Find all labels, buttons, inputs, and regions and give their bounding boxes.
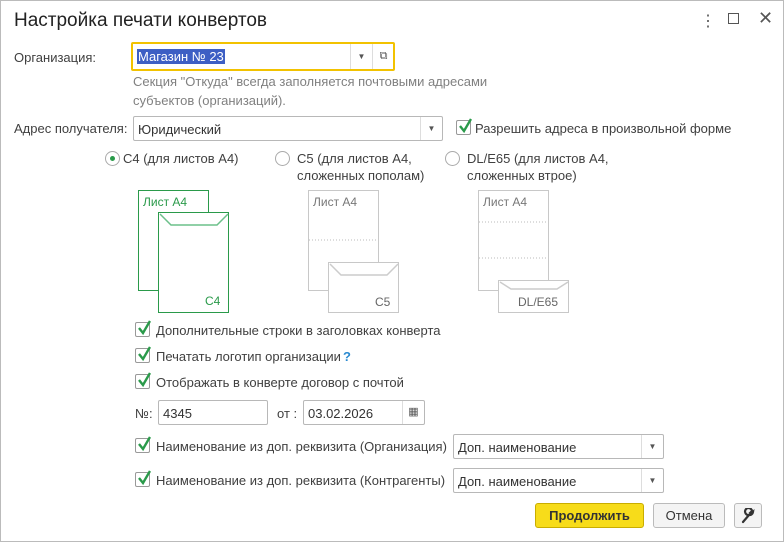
settings-button[interactable] [734,503,762,528]
organization-label: Организация: [14,50,97,65]
recipient-label: Адрес получателя: [14,121,128,136]
allow-free-form-checkbox[interactable] [456,118,472,135]
c5-envelope-image[interactable]: Лист А4 C5 [301,186,411,316]
name-contr-select[interactable]: Доп. наименование ▼ [453,468,664,493]
c4-envelope-image[interactable]: Лист А4 C4 [131,186,241,316]
name-org-select[interactable]: Доп. наименование ▼ [453,434,664,459]
more-vertical-icon[interactable]: ⋮ [700,11,716,31]
name-contr-label: Наименование из доп. реквизита (Контраге… [156,473,446,488]
contract-number-value: 4345 [163,406,192,421]
extra-lines-label: Дополнительные строки в заголовках конве… [156,323,441,338]
open-icon[interactable]: ⧉ [372,44,394,69]
organization-hint: Секция "Откуда" всегда заполняется почто… [133,74,488,89]
name-org-label: Наименование из доп. реквизита (Организа… [156,439,447,454]
c4-envelope-label: C4 [205,294,221,308]
allow-free-form-label: Разрешить адреса в произвольной форме [475,121,732,136]
print-logo-label: Печатать логотип организации [156,349,341,364]
chevron-down-icon[interactable]: ▼ [641,469,663,492]
radio-dl-label-2: сложенных втрое) [467,168,577,183]
radio-c5-label-2: сложенных пополам) [297,168,425,183]
name-contr-value: Доп. наименование [458,474,577,489]
contract-date-value: 03.02.2026 [308,406,374,421]
dl-envelope-label: DL/E65 [518,295,558,309]
recipient-select[interactable]: Юридический ▼ [133,116,443,141]
maximize-icon[interactable] [728,13,739,24]
name-org-value: Доп. наименование [458,440,577,455]
radio-dl[interactable] [445,151,460,166]
help-icon[interactable]: ? [343,349,351,364]
chevron-down-icon[interactable]: ▼ [420,117,442,140]
name-org-checkbox[interactable] [135,436,151,453]
recipient-value: Юридический [138,122,222,137]
show-contract-label: Отображать в конверте договор с почтой [156,375,404,390]
radio-c5[interactable] [275,151,290,166]
dl-sheet-label: Лист А4 [483,195,527,209]
organization-hint-2: субъектов (организаций). [133,93,286,108]
wrench-icon [741,506,755,524]
c5-envelope-label: C5 [375,295,391,309]
c5-sheet-label: Лист А4 [313,195,357,209]
radio-c4-label: C4 (для листов А4) [123,151,239,166]
c4-sheet-label: Лист А4 [143,195,187,209]
radio-c4[interactable] [105,151,120,166]
radio-c5-label: C5 (для листов А4, [297,151,412,166]
chevron-down-icon[interactable]: ▼ [350,44,372,69]
dialog-window: Настройка печати конвертов ⋮ ✕ Организац… [0,0,784,542]
print-logo-checkbox[interactable] [135,346,151,363]
contract-number-input[interactable]: 4345 [158,400,268,425]
contract-number-label: №: [135,406,153,421]
continue-button[interactable]: Продолжить [535,503,644,528]
chevron-down-icon[interactable]: ▼ [641,435,663,458]
organization-value: Магазин № 23 [137,49,225,64]
contract-date-label: от : [277,406,298,421]
radio-dl-label: DL/E65 (для листов А4, [467,151,609,166]
show-contract-checkbox[interactable] [135,372,151,389]
close-icon[interactable]: ✕ [758,8,773,29]
dl-envelope-image[interactable]: Лист А4 DL/E65 [471,186,581,316]
contract-date-input[interactable]: 03.02.2026 ▦ [303,400,425,425]
name-contr-checkbox[interactable] [135,470,151,487]
cancel-button[interactable]: Отмена [653,503,725,528]
extra-lines-checkbox[interactable] [135,320,151,337]
calendar-icon[interactable]: ▦ [402,401,424,424]
organization-input[interactable]: Магазин № 23 ▼ ⧉ [131,42,395,71]
dialog-title: Настройка печати конвертов [14,10,268,31]
